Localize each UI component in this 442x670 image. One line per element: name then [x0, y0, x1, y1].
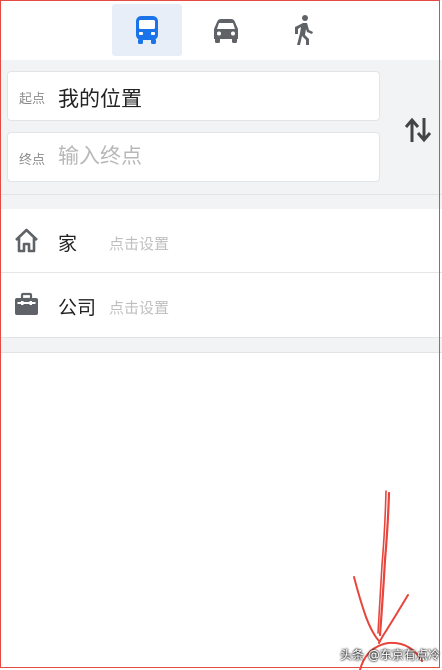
- shortcut-home[interactable]: 家 点击设置: [0, 209, 442, 272]
- start-location-value[interactable]: 我的位置: [58, 83, 358, 113]
- shortcut-company-hint: 点击设置: [109, 299, 170, 317]
- shortcut-home-title: 家: [58, 233, 78, 255]
- start-field[interactable]: 起点 我的位置: [7, 71, 380, 121]
- panel-bottom-border: [0, 352, 442, 353]
- shortcut-company-title: 公司: [58, 297, 97, 319]
- section-divider-bottom: [0, 337, 442, 352]
- tab-car[interactable]: [191, 4, 261, 56]
- end-field[interactable]: 终点: [7, 132, 380, 182]
- shortcut-home-hint: 点击设置: [109, 235, 170, 253]
- annotation-arrow: [353, 490, 423, 670]
- bus-icon: [136, 16, 158, 44]
- watermark: 头条 @东京有点冷: [340, 648, 440, 662]
- transport-mode-bar: [0, 0, 442, 60]
- swap-button[interactable]: [400, 112, 436, 148]
- section-divider: [0, 194, 442, 209]
- briefcase-icon: [15, 292, 38, 315]
- car-icon: [214, 19, 238, 43]
- walk-icon: [295, 15, 313, 45]
- tab-walk[interactable]: [268, 4, 338, 56]
- end-label: 终点: [19, 153, 46, 168]
- shortcut-company[interactable]: 公司 点击设置: [0, 273, 442, 336]
- route-panel: 起点 我的位置 终点: [0, 60, 442, 194]
- tab-bus[interactable]: [112, 4, 182, 56]
- start-label: 起点: [19, 92, 46, 107]
- swap-icon: [404, 117, 432, 143]
- end-location-input[interactable]: [58, 144, 358, 168]
- home-icon: [15, 228, 38, 253]
